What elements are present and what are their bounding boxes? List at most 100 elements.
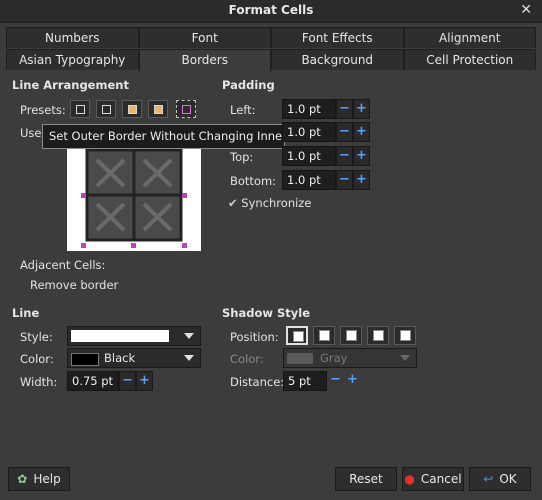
border-box-icon: [102, 105, 111, 114]
padding-top-spin: 1.0 pt − +: [282, 146, 370, 166]
padding-bottom-spin: 1.0 pt − +: [282, 170, 370, 190]
cancel-icon: ●: [404, 472, 415, 486]
shadow-bottom-right-icon: [319, 330, 330, 341]
synchronize-checkbox[interactable]: ✔ Synchronize: [228, 196, 311, 210]
tab-font[interactable]: Font: [138, 27, 271, 48]
border-preview-drawing: [81, 148, 187, 248]
tab-background[interactable]: Background: [271, 49, 404, 70]
padding-left-field[interactable]: 1.0 pt: [282, 99, 336, 119]
color-swatch: [71, 353, 99, 366]
padding-top-label: Top:: [230, 150, 254, 164]
padding-right-spin: 1.0 pt − +: [282, 122, 370, 142]
shadow-distance-spin: 5 pt − +: [283, 371, 361, 391]
padding-left-label: Left:: [230, 103, 256, 117]
plus-icon[interactable]: +: [344, 371, 361, 391]
remove-border-checkbox[interactable]: Remove border: [30, 278, 118, 292]
line-style-label: Style:: [20, 330, 53, 344]
minus-icon[interactable]: −: [336, 99, 353, 119]
tab-alignment[interactable]: Alignment: [403, 27, 536, 48]
shadow-none-icon: [293, 331, 304, 342]
plus-icon[interactable]: +: [136, 371, 153, 391]
preset-box-button[interactable]: [96, 100, 116, 118]
minus-icon[interactable]: −: [336, 122, 353, 142]
line-color-select[interactable]: Black: [67, 348, 201, 368]
padding-title: Padding: [222, 78, 275, 92]
tooltip: Set Outer Border Without Changing Inner …: [42, 124, 320, 149]
checkmark-icon: ✔: [228, 196, 238, 210]
ok-button[interactable]: ↩ OK: [469, 467, 531, 491]
window-title: Format Cells: [228, 3, 314, 17]
minus-icon[interactable]: −: [336, 170, 353, 190]
shadow-none-button[interactable]: [286, 326, 308, 345]
reset-button[interactable]: Reset: [335, 467, 397, 491]
tab-numbers[interactable]: Numbers: [6, 27, 139, 48]
shadow-bottom-left-button[interactable]: [367, 326, 389, 345]
synchronize-label: Synchronize: [241, 196, 312, 210]
line-arrangement-title: Line Arrangement: [12, 78, 129, 92]
padding-left-spin: 1.0 pt − +: [282, 99, 370, 119]
shadow-bottom-left-icon: [373, 330, 384, 341]
shadow-color-label: Color:: [230, 352, 264, 366]
tab-row-2: Asian Typography Borders Background Cell…: [6, 49, 536, 72]
chevron-down-icon: [400, 355, 410, 361]
tab-asian-typography[interactable]: Asian Typography: [6, 49, 139, 70]
line-title: Line: [12, 306, 40, 320]
ok-label: OK: [499, 472, 517, 486]
shadow-top-right-button[interactable]: [340, 326, 362, 345]
minus-icon[interactable]: −: [119, 371, 136, 391]
padding-right-field[interactable]: 1.0 pt: [282, 122, 336, 142]
cancel-label: Cancel: [420, 472, 462, 486]
chevron-down-icon: [184, 355, 194, 361]
shadow-top-left-button[interactable]: [394, 326, 416, 345]
color-swatch: [287, 353, 313, 364]
presets-label: Presets:: [20, 103, 66, 117]
padding-bottom-label: Bottom:: [230, 174, 277, 188]
help-icon: ✿: [17, 472, 28, 486]
preset-outer-only-button[interactable]: [176, 100, 196, 118]
plus-icon[interactable]: +: [353, 99, 370, 119]
preset-none-button[interactable]: [70, 100, 90, 118]
enter-icon: ↩: [483, 472, 494, 486]
cancel-button[interactable]: ● Cancel: [402, 467, 464, 491]
adjacent-cells-label: Adjacent Cells:: [20, 258, 106, 272]
plus-icon[interactable]: +: [353, 170, 370, 190]
plus-icon[interactable]: +: [353, 122, 370, 142]
tab-cell-protection[interactable]: Cell Protection: [403, 49, 536, 70]
plus-icon[interactable]: +: [353, 146, 370, 166]
line-width-label: Width:: [20, 375, 58, 389]
padding-top-field[interactable]: 1.0 pt: [282, 146, 336, 166]
shadow-color-value: Gray: [320, 351, 348, 365]
border-none-icon: [76, 105, 85, 114]
shadow-position-label: Position:: [230, 330, 279, 344]
title-bar: Format Cells ✕: [0, 0, 542, 23]
tab-font-effects[interactable]: Font Effects: [271, 27, 404, 48]
shadow-bottom-right-button[interactable]: [313, 326, 335, 345]
line-style-swatch: [71, 330, 169, 342]
shadow-distance-field[interactable]: 5 pt: [283, 371, 327, 391]
preset-box-all-button[interactable]: [122, 100, 142, 118]
chevron-down-icon: [184, 333, 194, 339]
border-outer-inner-icon: [154, 105, 163, 114]
border-all-icon: [128, 105, 137, 114]
line-width-field[interactable]: 0.75 pt: [67, 371, 119, 391]
minus-icon[interactable]: −: [327, 371, 344, 391]
close-icon[interactable]: ✕: [520, 2, 532, 18]
tab-borders[interactable]: Borders: [138, 49, 271, 72]
line-color-label: Color:: [20, 352, 54, 366]
help-button[interactable]: ✿ Help: [8, 467, 70, 491]
line-width-spin: 0.75 pt − +: [67, 371, 153, 391]
minus-icon[interactable]: −: [336, 146, 353, 166]
help-label: Help: [33, 472, 61, 486]
preset-outer-inner-button[interactable]: [148, 100, 168, 118]
reset-label: Reset: [349, 472, 383, 486]
line-color-value: Black: [104, 351, 136, 365]
line-style-select[interactable]: [67, 326, 201, 346]
border-outer-icon: [182, 105, 191, 114]
padding-bottom-field[interactable]: 1.0 pt: [282, 170, 336, 190]
shadow-color-select[interactable]: Gray: [283, 348, 417, 368]
shadow-style-title: Shadow Style: [222, 306, 311, 320]
shadow-top-left-icon: [400, 330, 411, 341]
shadow-distance-label: Distance:: [230, 375, 285, 389]
border-preview[interactable]: [67, 148, 201, 251]
shadow-top-right-icon: [346, 330, 357, 341]
